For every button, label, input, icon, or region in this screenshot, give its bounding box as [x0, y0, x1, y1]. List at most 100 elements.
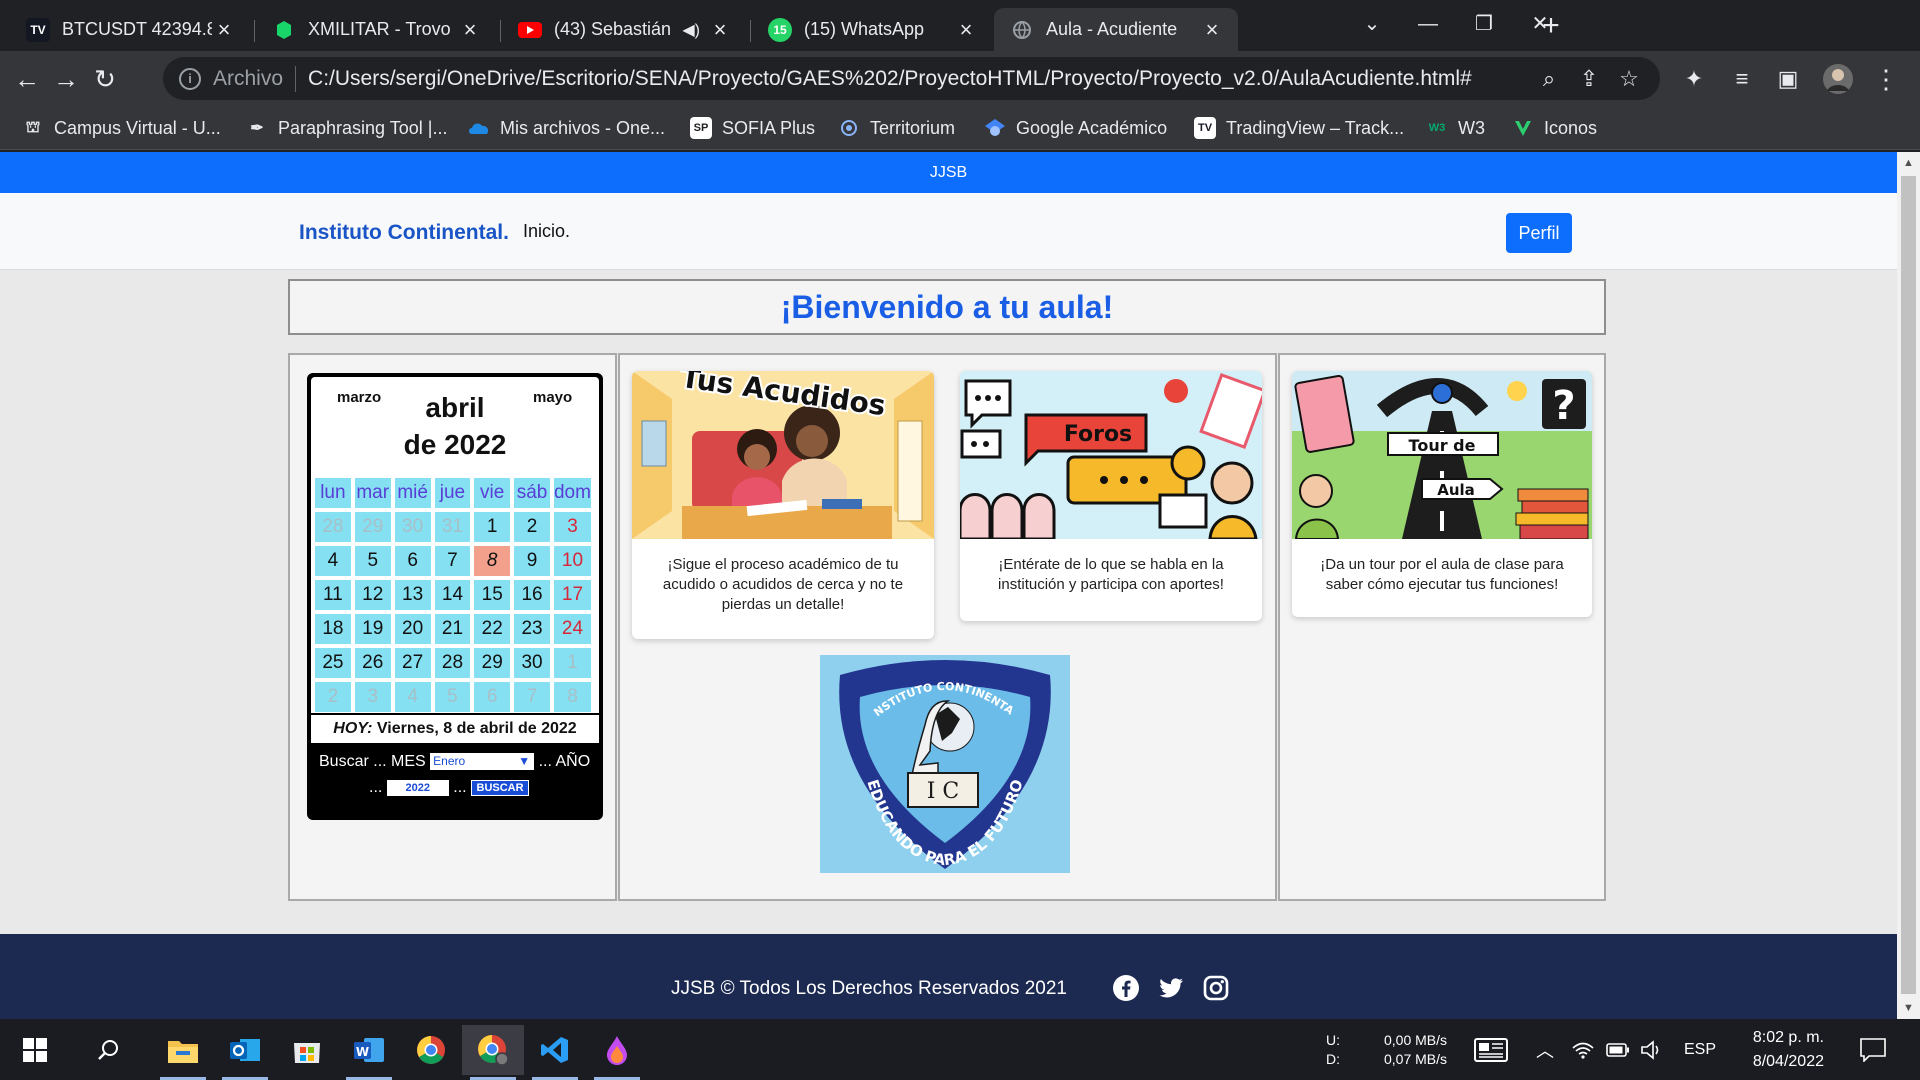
calendar-day[interactable]: 27: [394, 648, 431, 678]
bookmark-google-academico[interactable]: Google Académico: [984, 114, 1167, 142]
tab-btcusdt[interactable]: TV BTCUSDT 42394.86 ▲ +0. ×: [10, 8, 250, 51]
calendar-day[interactable]: 6: [394, 546, 431, 576]
scroll-down-arrow[interactable]: ▼: [1897, 997, 1920, 1019]
calendar-day[interactable]: 30: [394, 512, 431, 542]
calendar-day[interactable]: 22: [474, 614, 511, 644]
chrome-profile-icon[interactable]: [462, 1025, 524, 1080]
calendar-day[interactable]: 19: [354, 614, 391, 644]
paint-app-icon[interactable]: [586, 1025, 648, 1080]
calendar-day[interactable]: 20: [394, 614, 431, 644]
close-icon[interactable]: ×: [458, 17, 482, 43]
buscar-button[interactable]: BUSCAR: [471, 779, 530, 796]
calendar-day-today[interactable]: 8: [474, 546, 511, 576]
forward-button[interactable]: →: [48, 61, 84, 97]
calendar-day[interactable]: 1: [553, 648, 591, 678]
tab-youtube[interactable]: (43) Sebastián Yatra - ◀) ×: [502, 8, 746, 51]
calendar-day[interactable]: 17: [553, 580, 591, 610]
calendar-day[interactable]: 5: [354, 546, 391, 576]
minimize-button[interactable]: —: [1398, 6, 1458, 42]
chevron-up-icon[interactable]: ︿: [1536, 1019, 1554, 1080]
nav-link-inicio[interactable]: Inicio.: [523, 221, 570, 242]
calendar-day[interactable]: 12: [354, 580, 391, 610]
calendar-day[interactable]: 3: [354, 682, 391, 712]
month-select[interactable]: Enero ▼: [430, 753, 535, 771]
card-tour-de-aula[interactable]: ? Tour de Aula ¡Da un tour por el aula d…: [1292, 371, 1592, 617]
bookmark-campus[interactable]: ⛫ Campus Virtual - U...: [22, 114, 221, 142]
clock[interactable]: 8:02 p. m. 8/04/2022: [1738, 1019, 1824, 1080]
calendar-day[interactable]: 29: [474, 648, 511, 678]
calendar-day[interactable]: 11: [315, 580, 351, 610]
twitter-icon[interactable]: [1157, 974, 1185, 1002]
calendar-day[interactable]: 1: [474, 512, 511, 542]
calendar-day[interactable]: 24: [553, 614, 591, 644]
speaker-icon[interactable]: ◀): [682, 20, 700, 40]
bookmark-sofia[interactable]: SP SOFIA Plus: [690, 114, 815, 142]
tab-aula-acudiente[interactable]: Aula - Acudiente ×: [994, 8, 1238, 51]
calendar-day[interactable]: 14: [434, 580, 471, 610]
media-control-icon[interactable]: ≡: [1724, 61, 1760, 97]
close-icon[interactable]: ×: [1200, 17, 1224, 43]
calendar-day[interactable]: 10: [553, 546, 591, 576]
calendar-day[interactable]: 6: [474, 682, 511, 712]
tab-trovo[interactable]: XMILITAR - Trovo ×: [256, 8, 496, 51]
bookmark-star-icon[interactable]: ☆: [1615, 65, 1643, 93]
search-icon[interactable]: [78, 1025, 140, 1075]
address-bar[interactable]: i Archivo C:/Users/sergi/OneDrive/Escrit…: [163, 57, 1660, 100]
brand-link[interactable]: Instituto Continental.: [299, 221, 509, 245]
zoom-icon[interactable]: ⌕: [1535, 65, 1563, 93]
calendar-day[interactable]: 2: [514, 512, 550, 542]
calendar-day[interactable]: 26: [354, 648, 391, 678]
calendar-day[interactable]: 31: [434, 512, 471, 542]
calendar-day[interactable]: 2: [315, 682, 351, 712]
close-icon[interactable]: ×: [954, 17, 978, 43]
calendar-day[interactable]: 23: [514, 614, 550, 644]
info-icon[interactable]: i: [179, 67, 201, 90]
bookmark-onedrive[interactable]: Mis archivos - One...: [468, 114, 665, 142]
card-tus-acudidos[interactable]: Tus Acudidos ¡Sigue el proceso académico…: [632, 371, 934, 639]
calendar-day[interactable]: 9: [514, 546, 550, 576]
calendar-day[interactable]: 21: [434, 614, 471, 644]
calendar-next-month[interactable]: mayo: [533, 389, 572, 406]
word-icon[interactable]: W: [338, 1025, 400, 1080]
notifications-icon[interactable]: [1860, 1019, 1886, 1080]
calendar-day[interactable]: 16: [514, 580, 550, 610]
chrome-icon[interactable]: [400, 1025, 462, 1075]
perfil-button[interactable]: Perfil: [1506, 213, 1572, 253]
close-icon[interactable]: ×: [212, 17, 236, 43]
calendar-day[interactable]: 4: [394, 682, 431, 712]
share-icon[interactable]: ⇪: [1575, 65, 1603, 93]
vscode-icon[interactable]: [524, 1025, 586, 1080]
side-panel-icon[interactable]: ▣: [1770, 61, 1806, 97]
calendar-day[interactable]: 13: [394, 580, 431, 610]
file-explorer-icon[interactable]: [152, 1025, 214, 1080]
page-scrollbar[interactable]: ▲ ▼: [1897, 152, 1920, 1019]
outlook-icon[interactable]: [214, 1025, 276, 1080]
bookmark-paraphrasing[interactable]: ✒ Paraphrasing Tool |...: [246, 114, 447, 142]
bookmark-w3[interactable]: W3 W3: [1426, 114, 1485, 142]
volume-icon[interactable]: [1640, 1019, 1664, 1080]
calendar-day[interactable]: 30: [514, 648, 550, 678]
calendar-day[interactable]: 29: [354, 512, 391, 542]
chrome-menu-icon[interactable]: ⋮: [1868, 61, 1904, 97]
bookmark-tradingview[interactable]: TV TradingView – Track...: [1194, 114, 1404, 142]
calendar-day[interactable]: 4: [315, 546, 351, 576]
microsoft-store-icon[interactable]: [276, 1025, 338, 1075]
calendar-day[interactable]: 28: [315, 512, 351, 542]
calendar-day[interactable]: 5: [434, 682, 471, 712]
calendar-day[interactable]: 7: [434, 546, 471, 576]
calendar-day[interactable]: 25: [315, 648, 351, 678]
battery-icon[interactable]: [1606, 1019, 1630, 1080]
profile-avatar[interactable]: [1820, 61, 1856, 97]
bookmark-territorium[interactable]: Territorium: [838, 114, 955, 142]
scrollbar-thumb[interactable]: [1901, 176, 1916, 994]
back-button[interactable]: ←: [9, 61, 45, 97]
reload-button[interactable]: ↻: [87, 61, 123, 97]
calendar-day[interactable]: 15: [474, 580, 511, 610]
news-icon[interactable]: [1474, 1019, 1508, 1080]
calendar-day[interactable]: 3: [553, 512, 591, 542]
address-url[interactable]: C:/Users/sergi/OneDrive/Escritorio/SENA/…: [308, 67, 1472, 91]
calendar-day[interactable]: 8: [553, 682, 591, 712]
tab-whatsapp[interactable]: 15 (15) WhatsApp ×: [752, 8, 992, 51]
card-foros[interactable]: Foros ¡Entérate de lo que se habla en la…: [960, 371, 1262, 621]
facebook-icon[interactable]: [1112, 974, 1140, 1002]
